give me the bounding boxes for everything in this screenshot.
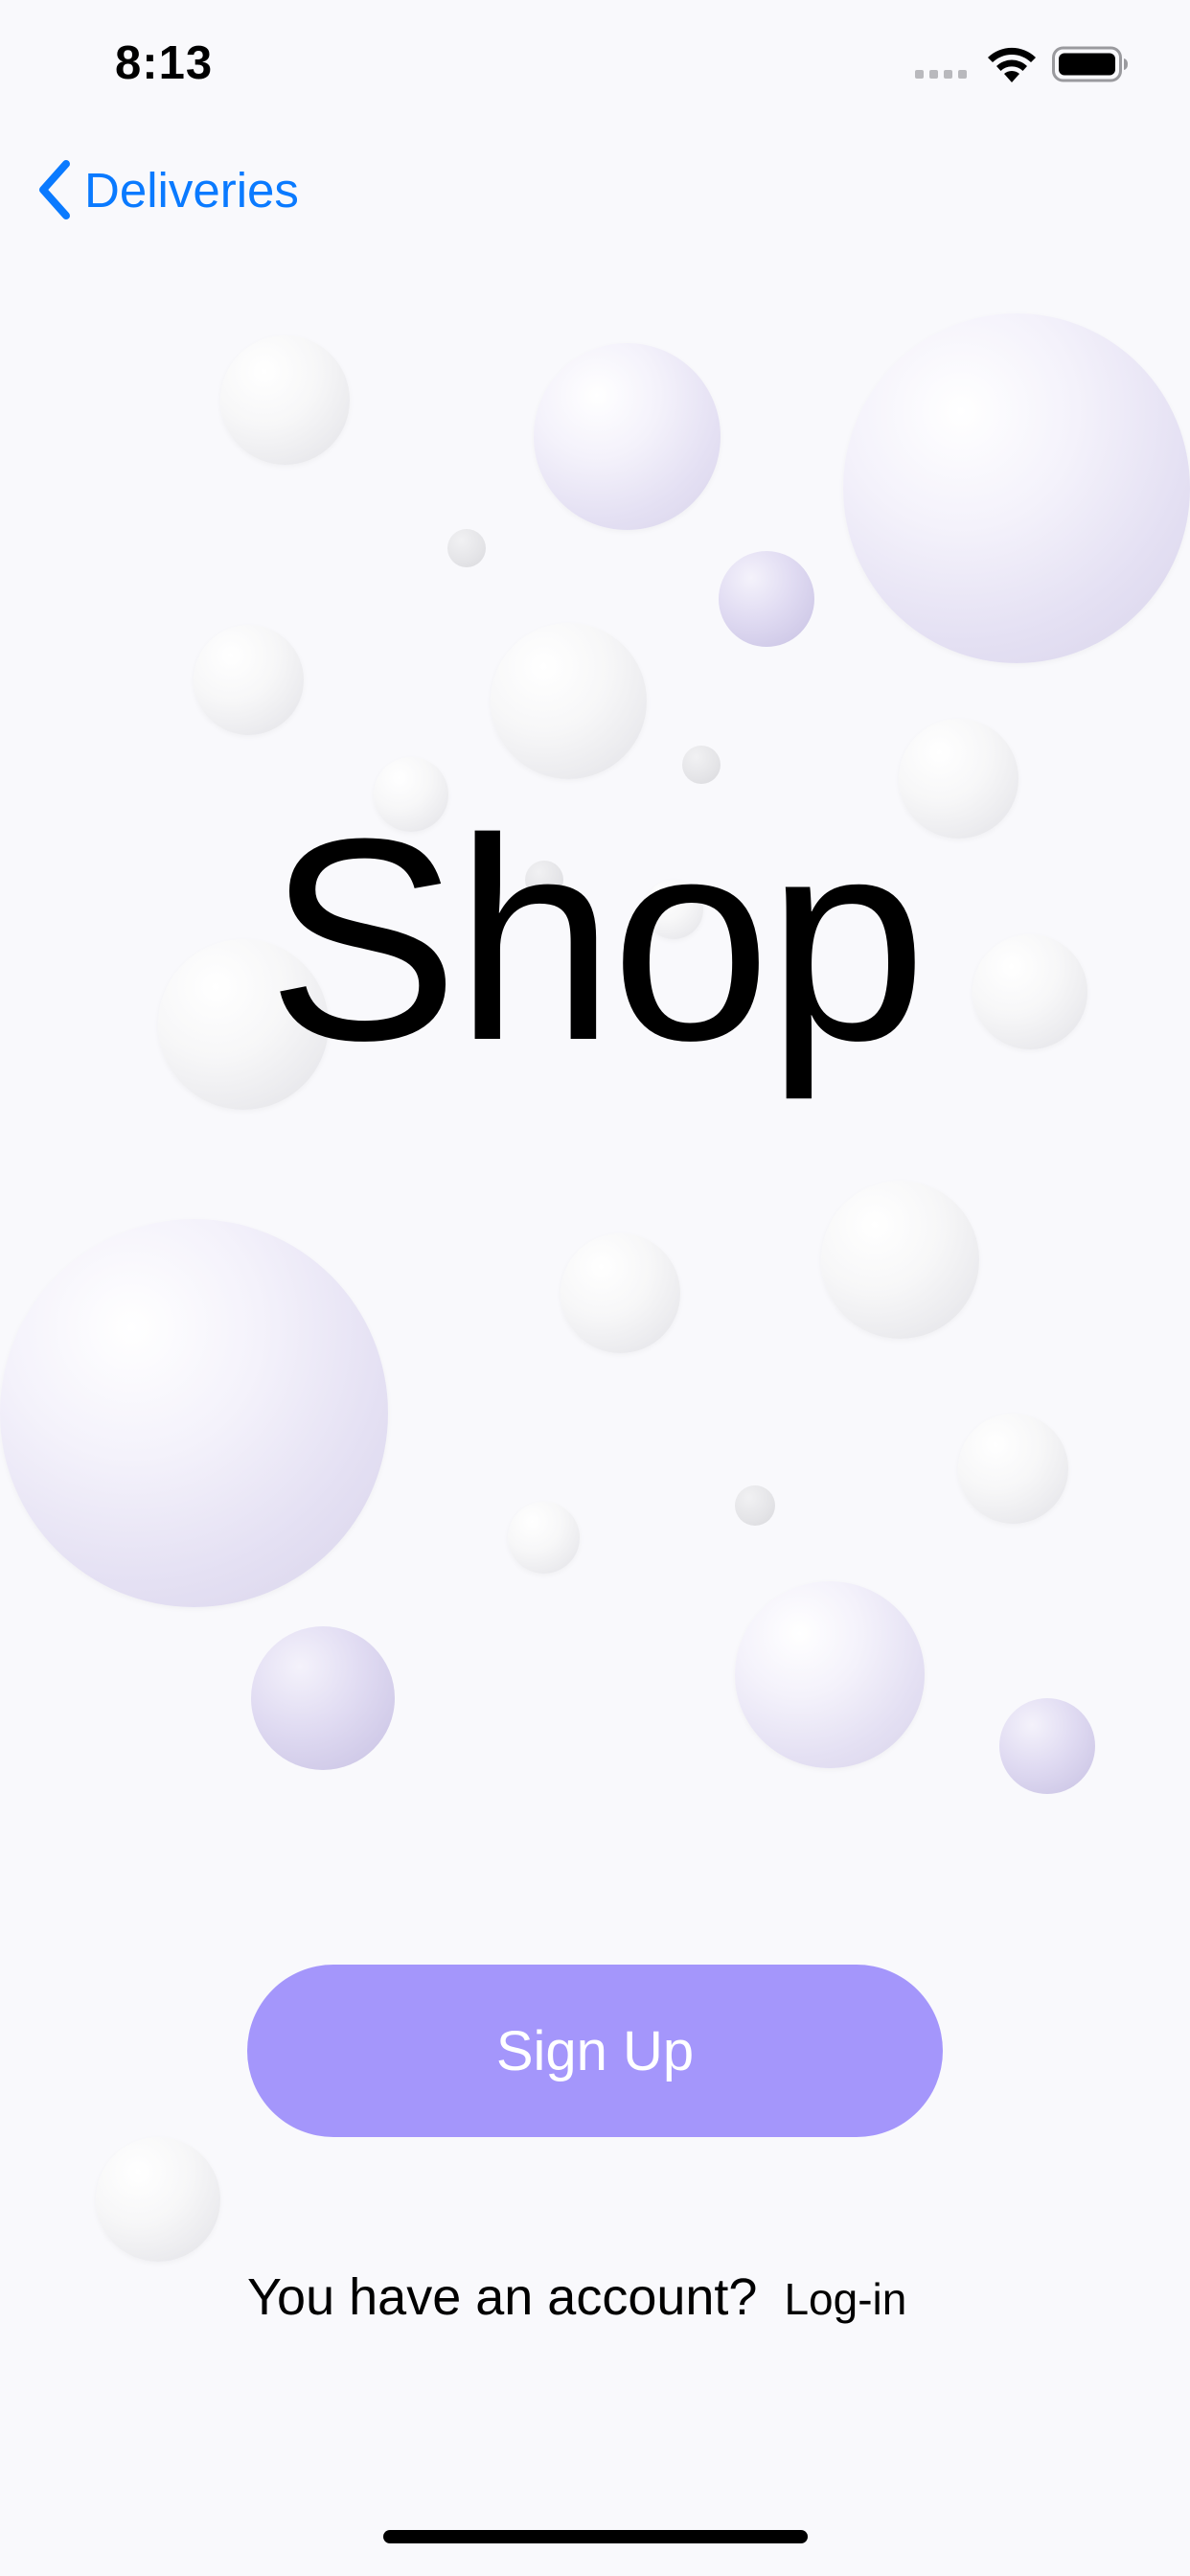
bubble (251, 1626, 395, 1770)
bubble (735, 1485, 775, 1526)
bubble (561, 1233, 680, 1353)
bubble (96, 2137, 220, 2262)
bubble (719, 551, 814, 647)
back-button[interactable]: Deliveries (34, 156, 299, 223)
login-link[interactable]: Log-in (784, 2273, 906, 2325)
bubble (999, 1698, 1095, 1794)
bubble (491, 623, 647, 779)
bubble (958, 1414, 1068, 1524)
bubble (821, 1181, 979, 1339)
bubble (194, 625, 304, 735)
bubble (0, 1219, 388, 1607)
bubble (843, 313, 1190, 663)
wifi-icon (988, 47, 1036, 82)
status-time: 8:13 (115, 37, 214, 89)
back-button-label: Deliveries (84, 162, 299, 218)
battery-icon (1052, 46, 1128, 82)
account-row: You have an account? Log-in (247, 2267, 906, 2327)
bubble (447, 529, 486, 567)
chevron-left-icon (39, 160, 70, 219)
page-title: Shop (266, 778, 927, 1100)
bubble (735, 1581, 925, 1768)
signal-dots-icon (915, 70, 967, 79)
home-indicator[interactable] (383, 2530, 808, 2543)
bubble (508, 1502, 580, 1574)
account-question-label: You have an account? (247, 2268, 758, 2326)
bubble (220, 335, 350, 465)
sign-up-button[interactable]: Sign Up (247, 1965, 943, 2137)
bubble (534, 343, 721, 530)
signup-screen: 8:13 Deliveries Shop Sign Up You have an… (0, 0, 1190, 2576)
